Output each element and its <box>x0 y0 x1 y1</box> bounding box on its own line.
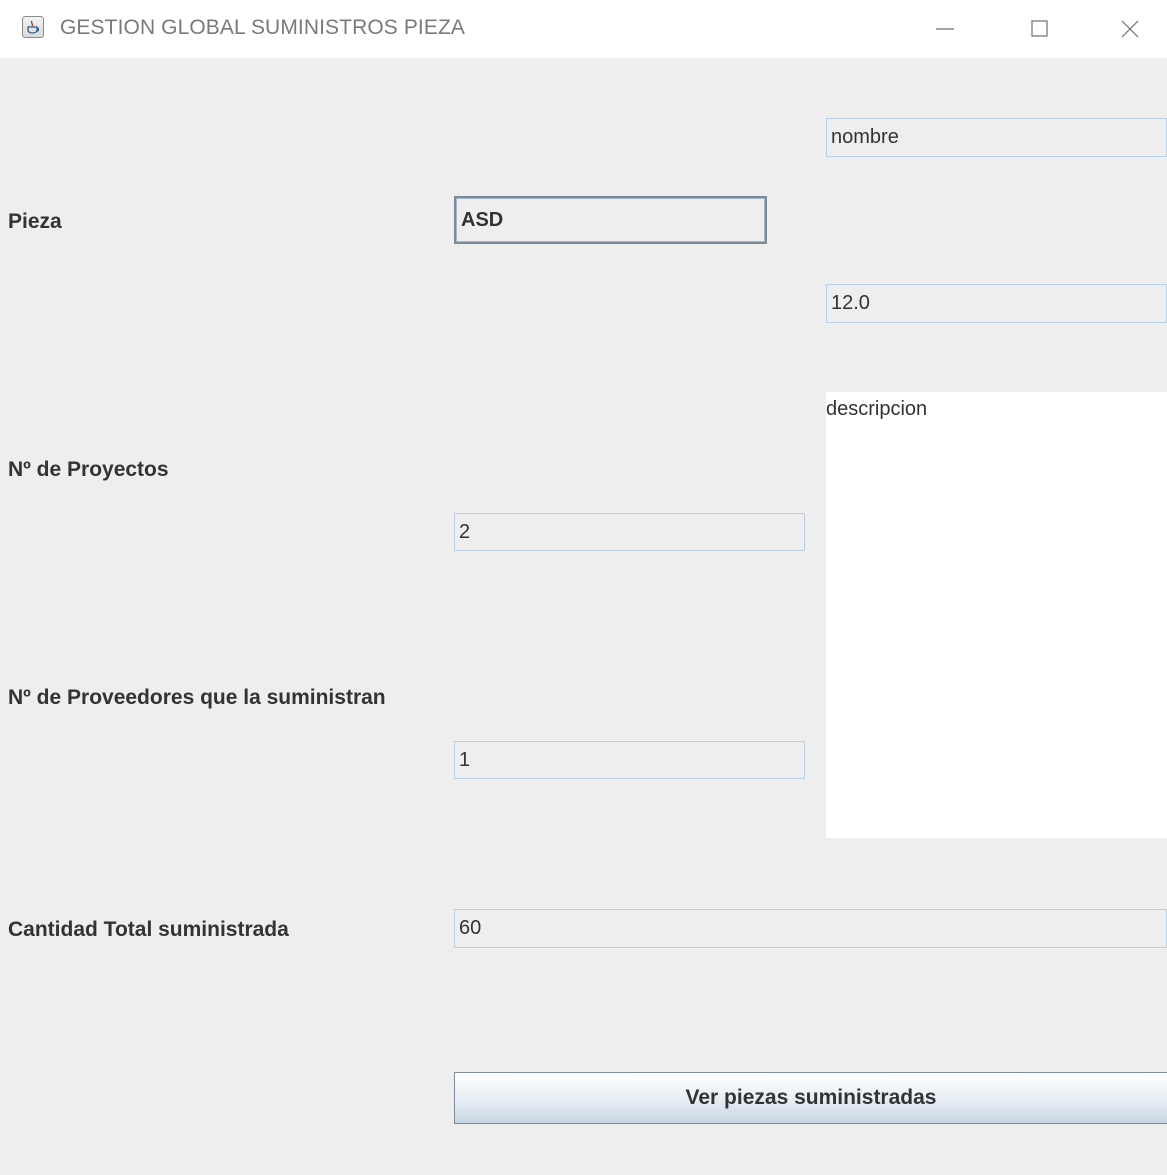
num-proveedores-field[interactable]: 1 <box>454 741 805 779</box>
num-proveedores-label: Nº de Proveedores que la suministran <box>8 686 386 709</box>
num-proyectos-label: Nº de Proyectos <box>8 458 169 481</box>
close-button[interactable] <box>1085 0 1167 58</box>
maximize-icon <box>1031 20 1048 37</box>
pieza-label: Pieza <box>8 210 62 233</box>
cantidad-total-field[interactable]: 60 <box>454 909 1167 948</box>
minimize-icon <box>936 28 954 30</box>
precio-field[interactable]: 12.0 <box>826 284 1167 323</box>
close-icon <box>1121 20 1139 38</box>
window-title: GESTION GLOBAL SUMINISTROS PIEZA <box>60 16 465 39</box>
java-coffee-cup-icon <box>22 16 44 38</box>
pieza-field[interactable]: ASD <box>454 196 767 244</box>
descripcion-textarea[interactable]: descripcion <box>826 392 1167 838</box>
app-window: GESTION GLOBAL SUMINISTROS PIEZA nombre … <box>0 0 1167 1175</box>
minimize-button[interactable] <box>900 0 990 58</box>
maximize-button[interactable] <box>995 0 1085 58</box>
title-bar[interactable]: GESTION GLOBAL SUMINISTROS PIEZA <box>0 0 1167 58</box>
cantidad-total-label: Cantidad Total suministrada <box>8 918 289 941</box>
nombre-field[interactable]: nombre <box>826 118 1167 157</box>
num-proyectos-field[interactable]: 2 <box>454 513 805 551</box>
ver-piezas-suministradas-button[interactable]: Ver piezas suministradas <box>454 1072 1167 1124</box>
